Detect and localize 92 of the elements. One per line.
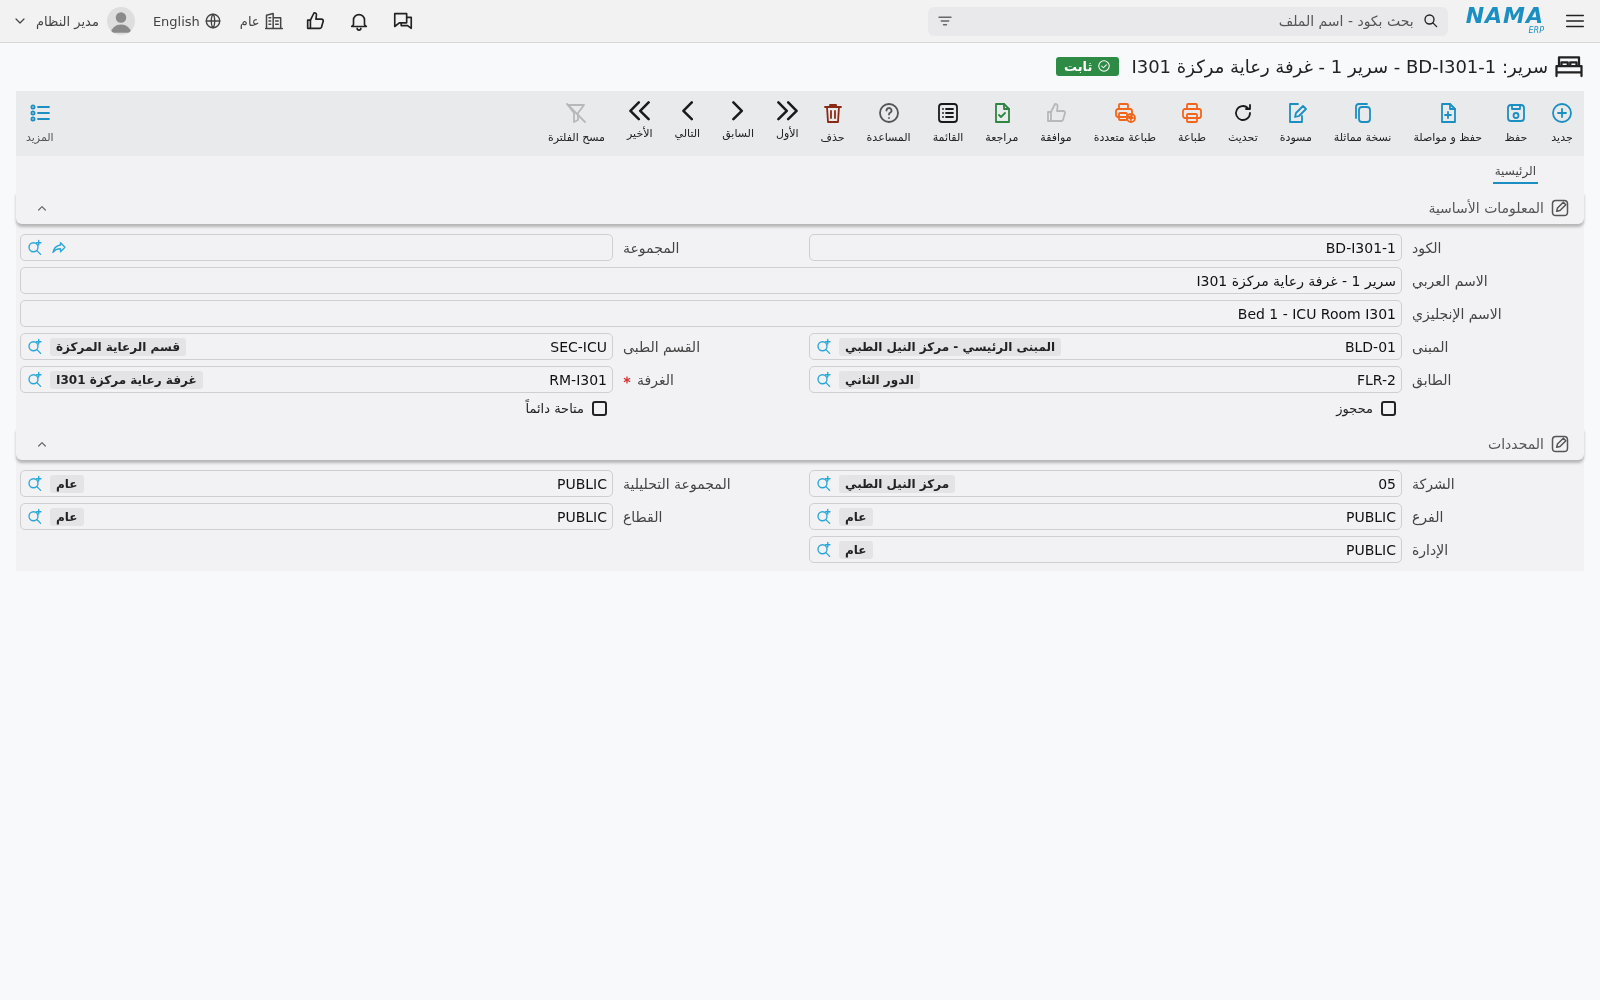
field-label: الاسم العربي [1412, 272, 1488, 289]
search-plus-icon [26, 370, 44, 389]
delete-button[interactable]: حذف [820, 101, 845, 144]
lookup-description: الدور الثاني [839, 370, 920, 389]
review-button[interactable]: مراجعة [985, 101, 1019, 144]
input-field[interactable] [20, 234, 613, 261]
new-button[interactable]: جديد [1550, 101, 1574, 144]
section-header[interactable]: المعلومات الأساسية [16, 192, 1584, 224]
field-value: PUBLIC [1345, 541, 1396, 558]
help-button[interactable]: المساعدة [866, 101, 911, 144]
edit-icon [1550, 434, 1570, 454]
field-value: FLR-2 [1356, 371, 1396, 388]
search-plus-icon [815, 370, 833, 389]
more-button[interactable]: المزيد [26, 101, 54, 144]
field-label: المبنى [1412, 338, 1449, 355]
print-button[interactable]: طباعة [1178, 101, 1206, 144]
field-label: الفرع [1412, 508, 1444, 525]
checkbox[interactable] [592, 401, 607, 416]
clear-filter-button[interactable]: مسح الفلترة [547, 101, 605, 144]
field-value: 05 [1377, 475, 1396, 492]
field-label: القطاع [623, 508, 663, 525]
check-circle-icon [1097, 59, 1112, 73]
lookup-description: عام [839, 540, 873, 559]
search-plus-icon [815, 337, 833, 356]
last-button[interactable]: الأخير [627, 101, 653, 140]
field-label: الشركة [1412, 475, 1455, 492]
branch-button[interactable]: عام [239, 11, 284, 31]
search-plus-icon [815, 507, 833, 526]
search-field[interactable]: بحث بكود - اسم الملف [959, 12, 1416, 30]
search-plus-icon [26, 474, 44, 493]
duplicate-button[interactable]: نسخة مماثلة [1333, 101, 1392, 144]
checkbox[interactable] [1381, 401, 1396, 416]
language-button[interactable]: English [152, 12, 222, 30]
field-value: PUBLIC [1345, 508, 1396, 525]
previous-button[interactable]: السابق [722, 101, 754, 140]
chat-icon [391, 10, 414, 32]
field-value: BLD-01 [1343, 338, 1396, 355]
lookup-description: عام [50, 474, 84, 493]
user-menu[interactable]: مدير النظام [12, 7, 135, 35]
search-plus-icon [26, 507, 44, 526]
field-value: Bed 1 - ICU Room I301 [1236, 305, 1396, 322]
logo: NAMA ERP [1465, 5, 1544, 37]
search-plus-icon [26, 337, 44, 356]
search-plus-icon [815, 474, 833, 493]
search-bar[interactable]: بحث بكود - اسم الملف [927, 6, 1448, 36]
field-value: RM-I301 [548, 371, 607, 388]
checkbox-label: متاحة دائماً [525, 401, 584, 416]
approve-button[interactable]: موافقة [1040, 101, 1072, 144]
input-field[interactable]: سرير 1 - غرفة رعاية مركزة I301 [20, 267, 1402, 294]
avatar-icon [106, 7, 135, 35]
save-continue-button[interactable]: حفظ و مواصلة [1413, 101, 1482, 144]
field-label: الكود [1412, 239, 1442, 256]
section-title: المحددات [1488, 436, 1544, 452]
field-value: PUBLIC [556, 508, 607, 525]
checkbox-label: محجوز [1336, 401, 1373, 416]
field-value: SEC-ICU [549, 338, 607, 355]
section-header[interactable]: المحددات [16, 428, 1584, 460]
tab[interactable]: الرئيسية [1492, 162, 1538, 184]
first-button[interactable]: الأول [775, 101, 799, 140]
field-label: المجموعة [623, 239, 680, 256]
print-multi-button[interactable]: طباعة متعددة [1093, 101, 1157, 144]
input-field[interactable]: Bed 1 - ICU Room I301 [20, 300, 1402, 327]
list-button[interactable]: القائمة [932, 101, 964, 144]
field-label: الاسم الإنجليزي [1412, 305, 1502, 322]
search-plus-icon [26, 238, 44, 257]
edit-icon [1550, 198, 1570, 218]
field-label: الطابق [1412, 371, 1452, 388]
lookup-description: غرفة رعاية مركزة I301 [50, 370, 203, 389]
refresh-button[interactable]: تحديث [1227, 101, 1258, 144]
lookup-description: عام [50, 507, 84, 526]
field-label: المجموعة التحليلية [623, 475, 731, 492]
lookup-description: قسم الرعاية المركزة [50, 337, 187, 356]
field-value: BD-I301-1 [1324, 239, 1396, 256]
input-field[interactable]: BD-I301-1 [809, 234, 1402, 261]
field-label: القسم الطبى [623, 338, 701, 355]
globe-icon [203, 12, 222, 30]
section-title: المعلومات الأساسية [1428, 200, 1544, 216]
field-value: سرير 1 - غرفة رعاية مركزة I301 [1195, 272, 1396, 289]
draft-button[interactable]: مسودة [1279, 101, 1312, 144]
field-label: الإدارة [1412, 541, 1449, 558]
search-icon [1421, 12, 1440, 30]
field-value: PUBLIC [556, 475, 607, 492]
field-label: الغرفة [637, 371, 674, 388]
building-icon [263, 11, 284, 31]
lookup-description: عام [839, 507, 873, 526]
next-button[interactable]: التالي [674, 101, 701, 140]
save-button[interactable]: حفظ [1504, 101, 1528, 144]
lookup-description: مركز النيل الطبي [839, 474, 956, 493]
page-title: سرير: BD-I301-1 - سرير 1 - غرفة رعاية مركزة I301 [1131, 55, 1548, 77]
search-plus-icon [815, 540, 833, 559]
lookup-description: المبنى الرئيسي - مركز النيل الطبي [839, 337, 1062, 356]
status-badge: ثابت [1055, 56, 1120, 76]
